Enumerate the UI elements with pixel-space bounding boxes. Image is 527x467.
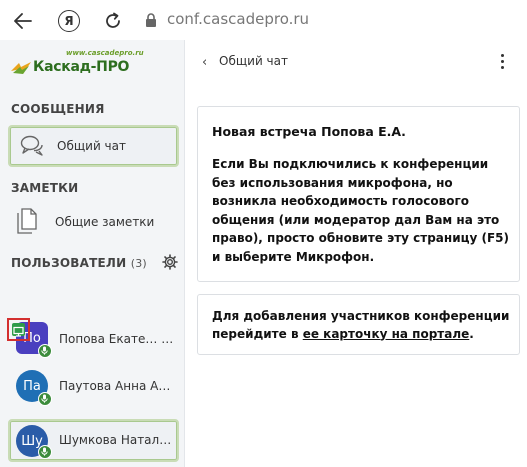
shared-notes-label: Общие заметки [55, 215, 155, 229]
welcome-message: Новая встреча Попова Е.А. Если Вы подклю… [197, 106, 520, 282]
portal-card-link[interactable]: ее карточку на портале [303, 327, 470, 341]
microphone-icon [38, 344, 52, 358]
browser-reload-button[interactable] [103, 11, 123, 31]
you-tag: (Вы) [161, 332, 177, 346]
more-dot [501, 60, 504, 63]
user-item-popova[interactable]: По Попова Екате… (Вы) [8, 320, 179, 366]
lock-icon [146, 13, 156, 27]
sidebar: www.cascadepro.ru Каскад-ПРО СООБЩЕНИЯ О… [0, 40, 185, 467]
chat-header: ‹ Общий чат [186, 40, 527, 84]
notes-section-title: ЗАМЕТКИ [11, 181, 79, 195]
user-name: Попова Екате… (Вы) [59, 332, 177, 346]
chat-title[interactable]: Общий чат [219, 54, 288, 68]
message-body: Если Вы подключились к конференции без и… [212, 157, 510, 264]
users-count: (3) [130, 257, 147, 270]
presenter-icon [12, 323, 25, 337]
avatar-initials: Па [23, 378, 41, 394]
conference-app: www.cascadepro.ru Каскад-ПРО СООБЩЕНИЯ О… [0, 40, 527, 467]
reload-icon [106, 12, 120, 28]
message-title: Новая встреча Попова Е.А. [212, 124, 406, 139]
yandex-button[interactable]: Я [58, 10, 80, 32]
microphone-icon [38, 392, 52, 406]
users-section-title: ПОЛЬЗОВАТЕЛИ (3) [11, 256, 147, 270]
chevron-left-icon[interactable]: ‹ [202, 55, 207, 70]
arrow-left-icon [14, 13, 32, 29]
logo-website: www.cascadepro.ru [66, 49, 144, 57]
chat-panel: ‹ Общий чат Новая встреча Попова Е.А. Ес… [186, 40, 527, 467]
more-options-button[interactable] [499, 53, 505, 71]
user-name: Паутова Анна Але… [59, 379, 177, 393]
presenter-indicator [7, 318, 30, 341]
shared-notes-item[interactable]: Общие заметки [8, 203, 179, 243]
message-body: Для добавления участников конференции пе… [212, 308, 512, 343]
browser-back-button[interactable] [13, 11, 33, 31]
user-name: Шумкова Наталья … [59, 433, 177, 447]
notes-icon [17, 208, 37, 234]
more-dots-icon [501, 54, 504, 57]
more-dot [501, 66, 504, 69]
public-chat-label: Общий чат [57, 139, 126, 153]
chat-bubbles-icon [20, 135, 43, 156]
logo: www.cascadepro.ru Каскад-ПРО [8, 49, 168, 79]
address-bar-url[interactable]: conf.cascadepro.ru [167, 10, 309, 28]
messages-section-title: СООБЩЕНИЯ [11, 102, 105, 116]
users-title-text: ПОЛЬЗОВАТЕЛИ [11, 256, 127, 270]
yandex-icon: Я [64, 14, 74, 28]
user-item-shumkova[interactable]: Шу Шумкова Наталья … [8, 419, 179, 462]
gear-icon[interactable] [162, 254, 178, 270]
browser-toolbar: Я conf.cascadepro.ru [0, 0, 527, 40]
user-name-text: Попова Екате… [59, 332, 158, 346]
microphone-icon [38, 445, 52, 459]
public-chat-item[interactable]: Общий чат [8, 125, 179, 167]
logo-text: Каскад-ПРО [33, 59, 130, 75]
logo-mark-icon [11, 62, 31, 74]
user-item-pautova[interactable]: Па Паутова Анна Але… [8, 370, 179, 416]
add-participants-message: Для добавления участников конференции пе… [197, 294, 520, 355]
message-text-after: . [469, 326, 474, 341]
